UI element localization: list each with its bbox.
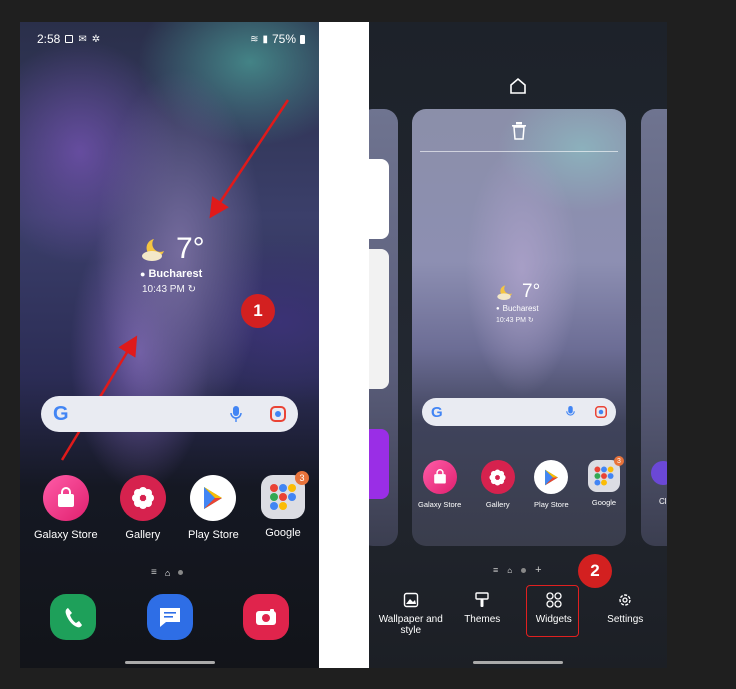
camera-icon[interactable]	[243, 594, 289, 640]
page-dot[interactable]	[521, 567, 527, 573]
home-screen: 2:58 ✉ ✲ ≋ ▮ 75% 7° ● Bucharest 10:43 PM…	[20, 22, 319, 668]
add-page-icon[interactable]: +	[535, 564, 541, 576]
google-search-bar-preview: G	[422, 398, 616, 426]
home-page-preview[interactable]: 7° ● Bucharest 10:43 PM ↻ G Galaxy Store…	[412, 109, 626, 546]
arrow-pinch-top	[209, 99, 290, 219]
weather-update-time: 10:43 PM	[142, 284, 185, 295]
app-gallery[interactable]: Gallery	[119, 475, 166, 541]
app-galaxy-store[interactable]: Galaxy Store	[34, 475, 98, 541]
right-page-preview[interactable]: Cl	[641, 109, 667, 546]
home-page-icon: ⌂	[164, 567, 171, 578]
menu-lines-icon: ≡	[151, 567, 157, 578]
gear-icon	[619, 594, 631, 606]
gesture-bar	[473, 661, 563, 664]
divider	[319, 22, 369, 668]
folder-icon: 3	[588, 456, 624, 492]
preview-card	[369, 159, 389, 239]
step-marker-2: 2	[578, 554, 612, 588]
preview-card	[369, 249, 389, 389]
app-play-store: Play Store	[534, 460, 569, 509]
page-dot	[178, 570, 184, 575]
app-row-preview: Galaxy Store Gallery Play Store 3 Google	[418, 456, 624, 509]
app-label: Google	[591, 498, 617, 507]
weather-widget-preview: 7° ● Bucharest 10:43 PM ↻	[496, 281, 540, 324]
app-row: Galaxy Store Gallery Play Store 3 Google	[34, 471, 309, 541]
moon-cloud-icon	[142, 239, 164, 261]
menu-label: Themes	[464, 614, 501, 625]
temperature: 7°	[176, 232, 205, 265]
google-logo-icon: G	[431, 403, 443, 421]
shopping-bag-icon	[422, 460, 457, 494]
side-app-label: Cl	[659, 497, 667, 506]
refresh-icon: ↻	[187, 284, 196, 295]
wallpaper-icon	[403, 592, 418, 608]
shopping-bag-icon	[42, 475, 89, 521]
app-label: Gallery	[125, 529, 161, 541]
separator-line	[420, 151, 618, 152]
location-pin-icon: ●	[140, 269, 146, 279]
temperature: 7°	[522, 281, 541, 302]
app-label: Play Store	[534, 500, 569, 509]
dock	[50, 594, 289, 640]
app-galaxy-store: Galaxy Store	[418, 460, 461, 509]
app-gallery: Gallery	[480, 460, 515, 509]
home-page-icon[interactable]: ⌂	[507, 566, 512, 575]
home-edit-menu: Wallpaper and style Themes Widgets Setti…	[369, 592, 667, 636]
left-page-preview[interactable]	[369, 109, 398, 546]
app-label: Play Store	[188, 529, 239, 541]
app-label: Galaxy Store	[34, 529, 98, 541]
folder-icon: 3	[261, 471, 309, 519]
notification-badge: 3	[614, 456, 624, 466]
brush-icon	[475, 592, 489, 607]
app-folder-google: 3 Google	[588, 456, 624, 509]
menu-lines-icon[interactable]: ≡	[493, 565, 498, 575]
themes-button[interactable]: Themes	[447, 592, 517, 625]
google-search-bar[interactable]: G	[41, 396, 298, 432]
app-play-store[interactable]: Play Store	[188, 475, 239, 541]
location-pin-icon: ●	[496, 305, 500, 312]
weather-update-time: 10:43 PM	[496, 317, 526, 324]
home-icon[interactable]	[509, 77, 527, 95]
moon-cloud-icon	[497, 285, 512, 300]
play-triangle-icon	[534, 460, 569, 494]
phone-icon[interactable]	[50, 594, 96, 640]
widgets-icon	[546, 592, 562, 608]
step-marker-1: 1	[241, 294, 275, 328]
google-lens-icon[interactable]	[270, 406, 286, 422]
preview-card	[369, 429, 389, 499]
play-triangle-icon	[190, 475, 237, 521]
tutorial-screenshot: 2:58 ✉ ✲ ≋ ▮ 75% 7° ● Bucharest 10:43 PM…	[0, 0, 736, 689]
messages-icon[interactable]	[146, 594, 193, 640]
refresh-icon: ↻	[527, 317, 534, 324]
app-label: Galaxy Store	[418, 500, 462, 509]
google-logo-icon: G	[53, 402, 69, 425]
app-label: Google	[265, 527, 301, 539]
app-folder-google[interactable]: 3 Google	[261, 471, 309, 541]
notification-badge: 3	[295, 471, 309, 485]
city-name: Bucharest	[148, 268, 203, 280]
weather-widget[interactable]: 7° ● Bucharest 10:43 PM ↻	[140, 232, 205, 295]
microphone-icon	[566, 406, 575, 416]
flower-icon	[480, 460, 515, 494]
flower-icon	[119, 475, 166, 521]
menu-label: Settings	[607, 614, 644, 625]
trash-icon[interactable]	[511, 122, 527, 140]
menu-label: Widgets	[535, 614, 572, 625]
clock-app-icon	[651, 461, 667, 485]
settings-button[interactable]: Settings	[590, 592, 660, 625]
page-indicator: ≡ ⌂	[151, 567, 184, 578]
microphone-icon[interactable]	[230, 406, 242, 422]
gesture-bar	[124, 661, 215, 664]
widgets-button[interactable]: Widgets	[519, 592, 589, 625]
page-indicator: ≡ ⌂ +	[493, 564, 542, 576]
wallpaper-and-style-button[interactable]: Wallpaper and style	[376, 592, 446, 636]
home-edit-screen: Cl 7° ● Bucharest 10:43 PM ↻ G Galaxy St…	[369, 22, 667, 668]
google-lens-icon	[595, 406, 607, 418]
menu-label: Wallpaper and style	[378, 614, 443, 636]
city-name: Bucharest	[502, 304, 539, 313]
app-label: Gallery	[485, 500, 510, 509]
